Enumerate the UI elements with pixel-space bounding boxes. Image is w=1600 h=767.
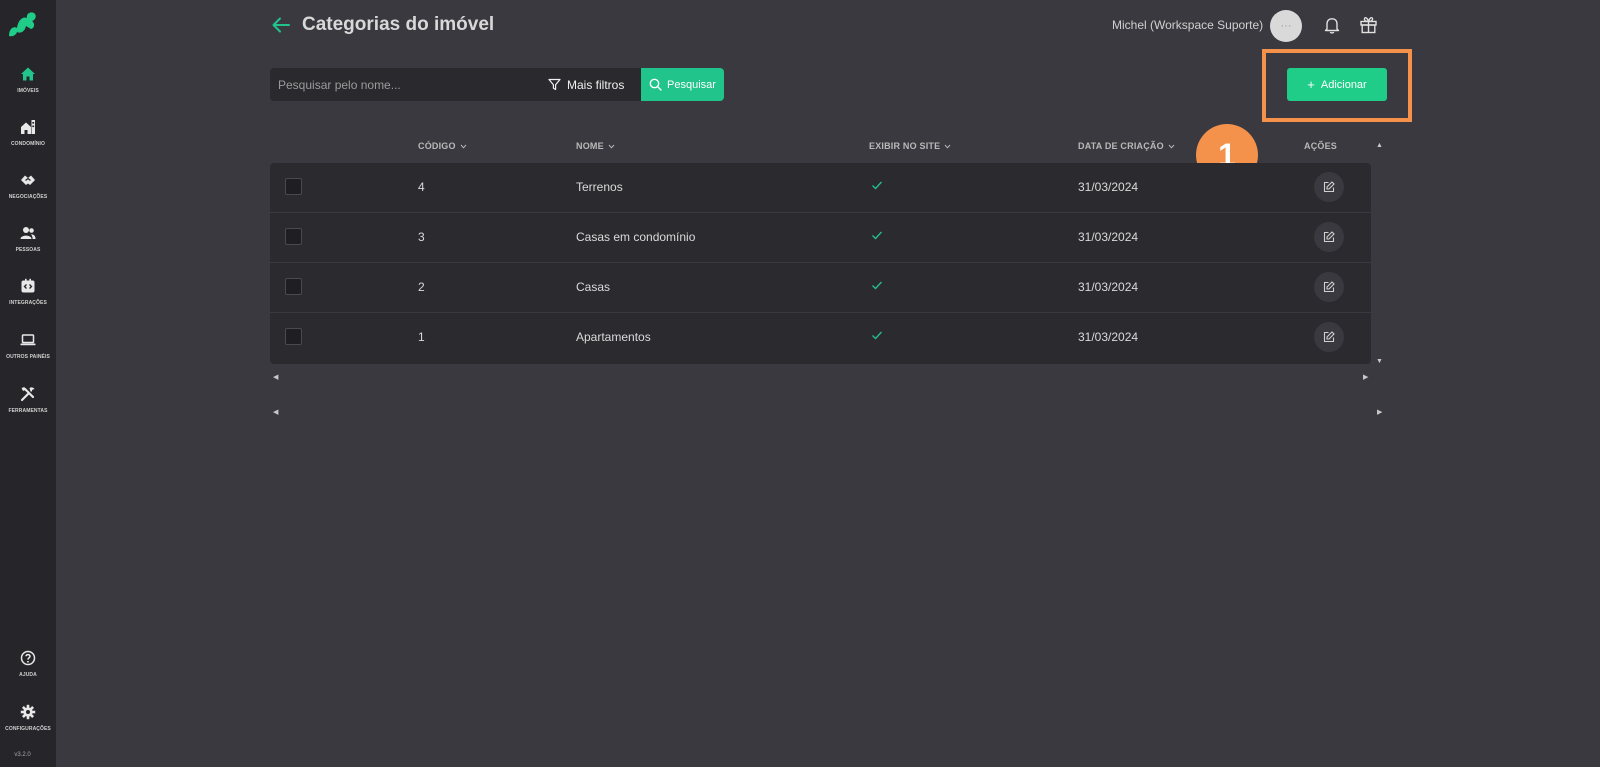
chevron-down-icon bbox=[944, 144, 951, 149]
scroll-up-arrow[interactable]: ▲ bbox=[1376, 142, 1383, 149]
cell-code: 4 bbox=[418, 180, 425, 194]
column-header-show-on-site[interactable]: EXIBIR NO SITE bbox=[869, 141, 951, 151]
home-icon bbox=[21, 67, 35, 81]
edit-button[interactable] bbox=[1314, 272, 1344, 302]
cell-code: 2 bbox=[418, 280, 425, 294]
table-row: 3 Casas em condomínio 31/03/2024 bbox=[270, 213, 1371, 263]
page-scroll-left-arrow[interactable]: ◀ bbox=[273, 408, 278, 416]
search-button[interactable]: Pesquisar bbox=[641, 68, 724, 101]
chevron-down-icon bbox=[460, 144, 467, 149]
user-name[interactable]: Michel (Workspace Suporte) bbox=[1112, 18, 1263, 32]
more-filters-label: Mais filtros bbox=[567, 77, 625, 92]
sidebar-item-label: PESSOAS bbox=[15, 247, 41, 253]
check-icon bbox=[872, 231, 882, 240]
column-header-label: NOME bbox=[576, 141, 604, 151]
handshake-icon bbox=[21, 175, 35, 185]
search-input[interactable] bbox=[270, 68, 530, 101]
search-bar: Mais filtros bbox=[270, 68, 641, 101]
page-title: Categorias do imóvel bbox=[302, 14, 495, 35]
table-body: 4 Terrenos 31/03/2024 3 Casas em condomí… bbox=[270, 163, 1371, 364]
more-filters-button[interactable]: Mais filtros bbox=[548, 68, 624, 101]
check-icon bbox=[872, 181, 882, 190]
sidebar: IMÓVEIS CONDOMÍNIO NEGOCIAÇÕES PESSOAS I… bbox=[0, 0, 56, 767]
table-row: 4 Terrenos 31/03/2024 bbox=[270, 163, 1371, 213]
help-icon bbox=[20, 650, 36, 666]
edit-button[interactable] bbox=[1314, 322, 1344, 352]
sidebar-item-label: FERRAMENTAS bbox=[8, 408, 48, 414]
version-label: v3.2.0 bbox=[14, 752, 31, 758]
search-button-label: Pesquisar bbox=[667, 78, 716, 91]
cell-name: Casas bbox=[576, 280, 611, 294]
page-scroll-right-arrow[interactable]: ▶ bbox=[1377, 408, 1382, 416]
edit-icon bbox=[1323, 331, 1335, 343]
scroll-down-arrow[interactable]: ▼ bbox=[1376, 358, 1383, 365]
check-icon bbox=[872, 331, 882, 340]
cell-created: 31/03/2024 bbox=[1078, 280, 1139, 294]
column-header-label: EXIBIR NO SITE bbox=[869, 141, 941, 151]
sidebar-item-label: OUTROS PAINÉIS bbox=[6, 354, 50, 360]
sidebar-item-condominio[interactable]: CONDOMÍNIO bbox=[0, 119, 56, 147]
edit-button[interactable] bbox=[1314, 172, 1344, 202]
sidebar-item-label: AJUDA bbox=[19, 672, 37, 678]
edit-icon bbox=[1323, 281, 1335, 293]
building-icon bbox=[21, 120, 35, 134]
filter-icon bbox=[548, 78, 561, 91]
gear-icon bbox=[20, 704, 36, 720]
sidebar-item-imoveis[interactable]: IMÓVEIS bbox=[0, 66, 56, 94]
edit-button[interactable] bbox=[1314, 222, 1344, 252]
edit-icon bbox=[1323, 231, 1335, 243]
cell-created: 31/03/2024 bbox=[1078, 180, 1139, 194]
sidebar-item-pessoas[interactable]: PESSOAS bbox=[0, 225, 56, 253]
table-row: 2 Casas 31/03/2024 bbox=[270, 263, 1371, 313]
back-arrow-icon[interactable] bbox=[270, 14, 292, 36]
chevron-down-icon bbox=[1168, 144, 1175, 149]
cell-code: 3 bbox=[418, 230, 425, 244]
column-header-code[interactable]: CÓDIGO bbox=[418, 141, 467, 151]
column-header-actions: AÇÕES bbox=[1304, 141, 1337, 151]
row-checkbox[interactable] bbox=[285, 328, 302, 345]
cell-name: Casas em condomínio bbox=[576, 230, 696, 244]
edit-icon bbox=[1323, 181, 1335, 193]
sidebar-item-ajuda[interactable]: AJUDA bbox=[0, 650, 56, 678]
row-checkbox[interactable] bbox=[285, 178, 302, 195]
column-header-created[interactable]: DATA DE CRIAÇÃO bbox=[1078, 141, 1175, 151]
cell-created: 31/03/2024 bbox=[1078, 330, 1139, 344]
sidebar-item-outros-paineis[interactable]: OUTROS PAINÉIS bbox=[0, 332, 56, 360]
row-checkbox[interactable] bbox=[285, 228, 302, 245]
bell-icon[interactable] bbox=[1323, 16, 1341, 34]
people-icon bbox=[20, 227, 36, 239]
column-header-name[interactable]: NOME bbox=[576, 141, 615, 151]
cell-created: 31/03/2024 bbox=[1078, 230, 1139, 244]
sidebar-item-label: NEGOCIAÇÕES bbox=[8, 194, 48, 200]
sidebar-item-integracoes[interactable]: INTEGRAÇÕES bbox=[0, 278, 56, 306]
tools-icon bbox=[20, 387, 35, 402]
scroll-left-arrow[interactable]: ◀ bbox=[273, 373, 278, 381]
check-icon bbox=[872, 281, 882, 290]
row-checkbox[interactable] bbox=[285, 278, 302, 295]
avatar-text: ··· bbox=[1280, 20, 1292, 32]
cell-code: 1 bbox=[418, 330, 425, 344]
avatar[interactable]: ··· bbox=[1270, 10, 1302, 42]
cell-name: Apartamentos bbox=[576, 330, 651, 344]
integration-icon bbox=[21, 278, 35, 293]
gift-icon[interactable] bbox=[1359, 15, 1378, 34]
logo-icon bbox=[9, 12, 36, 37]
column-header-label: AÇÕES bbox=[1304, 141, 1338, 151]
column-header-label: DATA DE CRIAÇÃO bbox=[1078, 141, 1164, 151]
scroll-right-arrow[interactable]: ▶ bbox=[1363, 373, 1368, 381]
search-icon bbox=[649, 78, 662, 91]
sidebar-item-configuracoes[interactable]: CONFIGURAÇÕES bbox=[0, 704, 56, 732]
sidebar-item-label: INTEGRAÇÕES bbox=[9, 300, 47, 306]
sidebar-item-negociacoes[interactable]: NEGOCIAÇÕES bbox=[0, 172, 56, 200]
highlight-box bbox=[1262, 49, 1412, 122]
laptop-icon bbox=[20, 334, 36, 346]
sidebar-item-ferramentas[interactable]: FERRAMENTAS bbox=[0, 386, 56, 414]
sidebar-item-label: IMÓVEIS bbox=[17, 88, 39, 94]
chevron-down-icon bbox=[608, 144, 615, 149]
cell-name: Terrenos bbox=[576, 180, 623, 194]
column-header-label: CÓDIGO bbox=[418, 141, 456, 151]
sidebar-item-label: CONDOMÍNIO bbox=[10, 141, 46, 147]
table-row: 1 Apartamentos 31/03/2024 bbox=[270, 313, 1371, 363]
sidebar-item-label: CONFIGURAÇÕES bbox=[5, 726, 51, 732]
